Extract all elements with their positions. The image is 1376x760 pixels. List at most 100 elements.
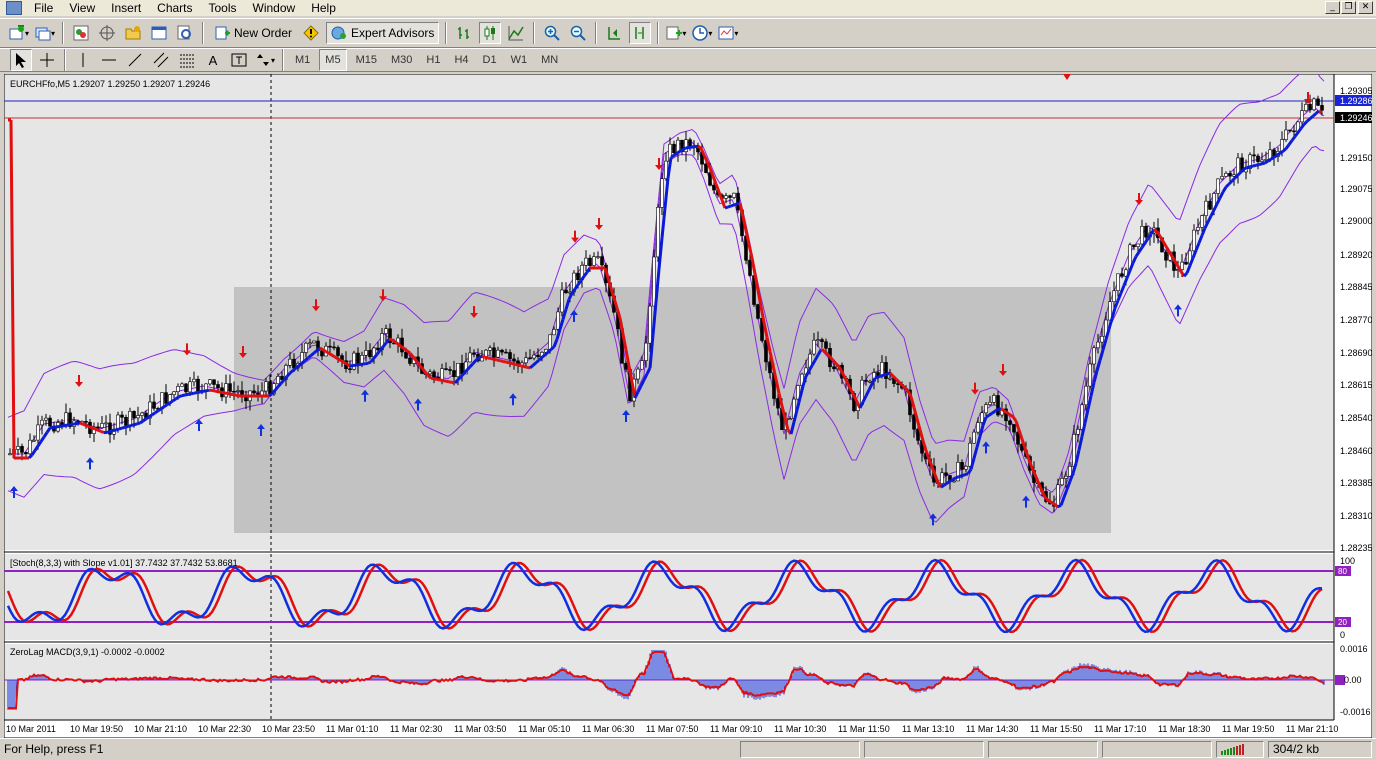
menu-tools[interactable]: Tools [201, 0, 245, 16]
templates-icon [718, 26, 734, 40]
periods-button[interactable]: ▾ [691, 22, 713, 44]
terminal-button[interactable] [148, 22, 170, 44]
menu-view[interactable]: View [61, 0, 103, 16]
ma-segment [172, 397, 177, 402]
candle-body [364, 350, 368, 356]
market-watch-button[interactable] [70, 22, 92, 44]
ma-segment [1252, 163, 1257, 168]
candle-body [292, 358, 296, 369]
candle-body [732, 192, 736, 198]
clock-icon [692, 25, 709, 41]
ma-segment [997, 407, 1002, 411]
ma-segment [82, 422, 87, 427]
macd-level-label-bottom: -0.0016 [1340, 707, 1371, 717]
ma-segment [484, 355, 489, 360]
candle-body [1140, 226, 1144, 245]
candle-body [600, 256, 604, 266]
chart-shift-button[interactable] [603, 22, 625, 44]
arrows-button[interactable]: ▾ [254, 49, 276, 71]
candle-body [736, 192, 740, 211]
chart-window[interactable]: 1.29305 1.29286 1.29246 1.29150 1.29075 … [3, 67, 1373, 739]
candle-body [24, 452, 28, 455]
menu-help[interactable]: Help [303, 0, 344, 16]
chart-canvas[interactable]: 1.29305 1.29286 1.29246 1.29150 1.29075 … [3, 67, 1373, 739]
timeframe-m1[interactable]: M1 [290, 49, 315, 71]
crosshair-icon [40, 53, 54, 67]
timeframe-h4[interactable]: H4 [449, 49, 473, 71]
ma-segment [217, 390, 222, 394]
ma-segment [304, 356, 309, 362]
menu-insert[interactable]: Insert [103, 0, 149, 16]
new-order-button[interactable]: New Order [210, 22, 296, 44]
timeframe-m15[interactable]: M15 [351, 49, 382, 71]
ma-segment [136, 421, 141, 426]
timeframe-h1[interactable]: H1 [421, 49, 445, 71]
toolbar-separator [202, 22, 204, 44]
ma-segment [1236, 170, 1243, 177]
text-button[interactable]: A [202, 49, 224, 71]
profiles-button[interactable]: ▾ [34, 22, 56, 44]
candle-body [660, 178, 664, 208]
timeframe-mn[interactable]: MN [536, 49, 563, 71]
ma-segment [894, 377, 901, 384]
line-chart-button[interactable] [505, 22, 527, 44]
channel-button[interactable] [150, 49, 172, 71]
horizontal-line-button[interactable] [98, 49, 120, 71]
close-icon[interactable]: ✕ [1358, 1, 1373, 14]
candle-body [880, 362, 884, 376]
fibonacci-button[interactable] [176, 49, 198, 71]
vertical-line-button[interactable] [72, 49, 94, 71]
ma-segment [1051, 501, 1056, 506]
timeframe-m5[interactable]: M5 [319, 49, 347, 71]
range-zone-rectangle[interactable] [234, 287, 1111, 533]
strategy-tester-button[interactable] [174, 22, 196, 44]
text-label-button[interactable] [228, 49, 250, 71]
ma-segment [1006, 411, 1011, 416]
candlestick-icon [484, 26, 496, 40]
zoom-in-button[interactable] [541, 22, 563, 44]
time-label-4: 10 Mar 22:30 [198, 724, 251, 734]
ma-segment [91, 426, 96, 431]
trendline-button[interactable] [124, 49, 146, 71]
menu-charts[interactable]: Charts [149, 0, 200, 16]
indicators-button[interactable]: ▾ [665, 22, 687, 44]
bar-chart-button[interactable] [453, 22, 475, 44]
macd-pane[interactable] [4, 644, 1334, 720]
cursor-button[interactable] [10, 49, 32, 71]
timeframe-w1[interactable]: W1 [506, 49, 533, 71]
crosshair-button[interactable] [36, 49, 58, 71]
expert-advisors-button[interactable]: Expert Advisors [326, 22, 440, 44]
ma-segment [546, 348, 553, 354]
candle-body [308, 342, 312, 345]
ma-segment [733, 202, 738, 207]
candle-body [556, 311, 560, 330]
channel-icon [153, 52, 169, 68]
restore-icon[interactable]: ❐ [1341, 1, 1356, 14]
candle-body [104, 422, 108, 425]
ma-segment [1258, 162, 1263, 166]
menu-window[interactable]: Window [245, 0, 304, 16]
minimize-icon[interactable]: _ [1325, 1, 1340, 14]
ma-segment [391, 338, 396, 343]
candle-body [1008, 420, 1012, 425]
data-window-button[interactable] [96, 22, 118, 44]
candle-body [812, 339, 816, 355]
ma-segment [58, 424, 63, 428]
candlestick-chart-button[interactable] [479, 22, 502, 44]
time-label-13: 11 Mar 10:30 [774, 724, 826, 734]
candle-body [964, 465, 968, 470]
menu-file[interactable]: File [26, 0, 61, 16]
navigator-button[interactable] [122, 22, 144, 44]
new-chart-button[interactable]: ▾ [8, 22, 30, 44]
status-cell [988, 741, 1098, 758]
candle-body [500, 349, 504, 353]
timeframe-m30[interactable]: M30 [386, 49, 417, 71]
zoom-out-button[interactable] [567, 22, 589, 44]
timeframe-d1[interactable]: D1 [478, 49, 502, 71]
price-label-13: 1.28460 [1340, 446, 1372, 456]
time-label-20: 11 Mar 19:50 [1222, 724, 1274, 734]
candle-body [1164, 251, 1168, 261]
templates-button[interactable]: ▾ [717, 22, 739, 44]
metaeditor-button[interactable] [300, 22, 322, 44]
auto-scroll-button[interactable] [629, 22, 652, 44]
